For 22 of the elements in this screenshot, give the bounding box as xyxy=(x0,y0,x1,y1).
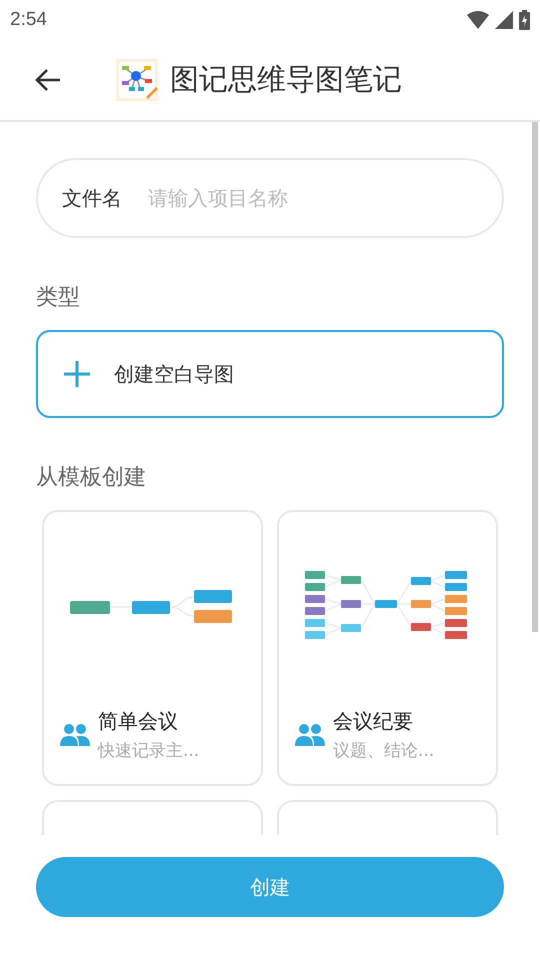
people-icon xyxy=(60,724,90,746)
back-arrow-icon xyxy=(35,68,61,92)
section-title: 类型 xyxy=(36,284,81,312)
people-icon xyxy=(295,724,325,746)
template-description: 快速记录主... xyxy=(98,740,200,762)
file-name-input[interactable]: 请输入项目名称 xyxy=(146,185,478,211)
status-time: 2:54 xyxy=(10,9,47,31)
template-card[interactable]: 简单会议 快速记录主... xyxy=(42,510,263,786)
wifi-icon xyxy=(467,11,489,29)
field-label: 文件名 xyxy=(62,184,122,212)
template-title: 简单会议 xyxy=(98,708,179,735)
section-title: 从模板创建 xyxy=(36,464,147,492)
plus-icon xyxy=(64,361,90,387)
app-title: 图记思维导图笔记 xyxy=(170,61,402,98)
app-logo-icon xyxy=(116,59,158,101)
create-blank-map-button[interactable]: 创建空白导图 xyxy=(36,330,504,418)
template-description: 议题、结论... xyxy=(333,740,434,762)
template-card[interactable]: 会议纪要 议题、结论... xyxy=(277,510,498,786)
template-title: 会议纪要 xyxy=(333,708,414,735)
file-name-field[interactable]: 文件名 请输入项目名称 xyxy=(36,158,504,238)
signal-icon xyxy=(495,11,513,29)
battery-icon xyxy=(519,10,530,30)
